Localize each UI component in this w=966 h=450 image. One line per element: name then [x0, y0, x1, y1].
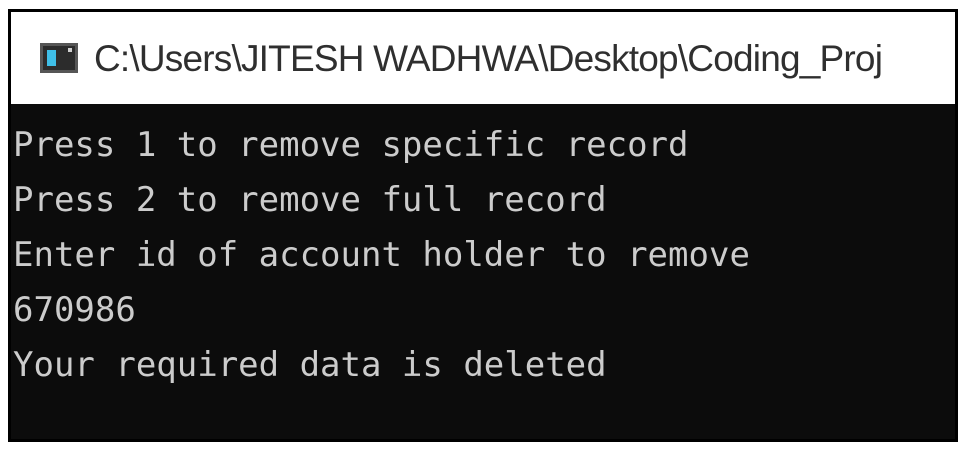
console-output[interactable]: Press 1 to remove specific record Press …: [11, 104, 955, 439]
window-title: C:\Users\JITESH WADHWA\Desktop\Coding_Pr…: [94, 37, 883, 79]
console-line: Your required data is deleted: [13, 345, 607, 385]
console-line: Press 1 to remove specific record: [13, 125, 689, 165]
console-line: Press 2 to remove full record: [13, 180, 607, 220]
title-bar[interactable]: C:\Users\JITESH WADHWA\Desktop\Coding_Pr…: [11, 12, 955, 104]
console-window: C:\Users\JITESH WADHWA\Desktop\Coding_Pr…: [8, 9, 958, 442]
console-line: Enter id of account holder to remove: [13, 235, 750, 275]
console-window-icon[interactable]: [40, 43, 78, 73]
console-line: 670986: [13, 290, 136, 330]
